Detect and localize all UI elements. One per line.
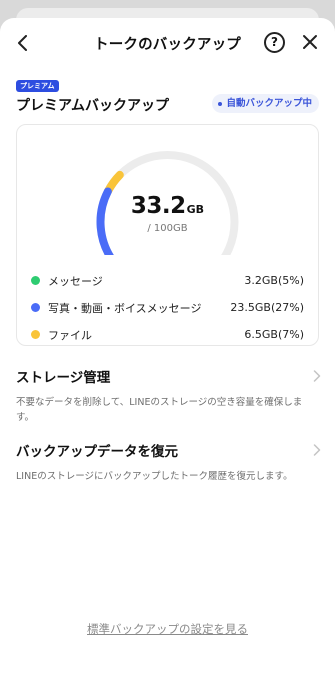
legend-item-messages: メッセージ 3.2GB(5%) (31, 267, 304, 294)
premium-badge: プレミアム (16, 80, 59, 92)
storage-used: 33.2GB (17, 193, 318, 219)
storage-manage-desc: 不要なデータを削除して、LINEのストレージの空き容量を確保します。 (16, 397, 303, 423)
storage-used-unit: GB (186, 203, 205, 216)
storage-total: / 100GB (147, 223, 188, 234)
restore-backup-row[interactable]: バックアップデータを復元 LINEのストレージにバックアップしたトーク履歴を復元… (16, 440, 321, 484)
legend-item-files: ファイル 6.5GB(7%) (31, 321, 304, 348)
restore-backup-desc: LINEのストレージにバックアップしたトーク履歴を復元します。 (16, 471, 293, 482)
storage-manage-title: ストレージ管理 (16, 370, 111, 386)
storage-manage-row[interactable]: ストレージ管理 不要なデータを削除して、LINEのストレージの空き容量を確保しま… (16, 366, 321, 425)
restore-backup-title: バックアップデータを復元 (16, 444, 178, 460)
legend-value-media: 23.5GB(27%) (230, 301, 304, 314)
legend-value-messages: 3.2GB(5%) (244, 274, 304, 287)
premium-title: プレミアムバックアップ (16, 98, 170, 114)
storage-used-value: 33.2 (130, 193, 186, 219)
legend-value-files: 6.5GB(7%) (244, 328, 304, 341)
legend-swatch-files (31, 330, 40, 339)
storage-legend: メッセージ 3.2GB(5%) 写真・動画・ボイスメッセージ 23.5GB(27… (31, 267, 304, 348)
legend-label-media: 写真・動画・ボイスメッセージ (48, 301, 202, 315)
chevron-right-icon (313, 444, 321, 456)
legend-label-files: ファイル (48, 328, 92, 342)
storage-card: 33.2GB / 100GB メッセージ 3.2GB(5%) 写真・動画・ボイス… (16, 124, 319, 346)
legend-swatch-messages (31, 276, 40, 285)
standard-backup-settings-link[interactable]: 標準バックアップの設定を見る (0, 621, 335, 637)
backup-sheet: トークのバックアップ ? プレミアム プレミアムバックアップ 自動バックアップ中… (0, 18, 335, 676)
chevron-right-icon (313, 370, 321, 382)
auto-backup-status-label: 自動バックアップ中 (226, 98, 312, 109)
nav-bar: トークのバックアップ ? (0, 18, 335, 68)
legend-label-messages: メッセージ (48, 274, 103, 288)
premium-header: プレミアム プレミアムバックアップ 自動バックアップ中 (0, 68, 335, 124)
auto-backup-status-badge: 自動バックアップ中 (212, 94, 319, 113)
legend-item-media: 写真・動画・ボイスメッセージ 23.5GB(27%) (31, 294, 304, 321)
close-button[interactable] (298, 30, 322, 54)
close-icon (303, 35, 317, 49)
legend-swatch-media (31, 303, 40, 312)
status-dot-icon (218, 101, 223, 106)
help-button[interactable]: ? (264, 32, 285, 53)
